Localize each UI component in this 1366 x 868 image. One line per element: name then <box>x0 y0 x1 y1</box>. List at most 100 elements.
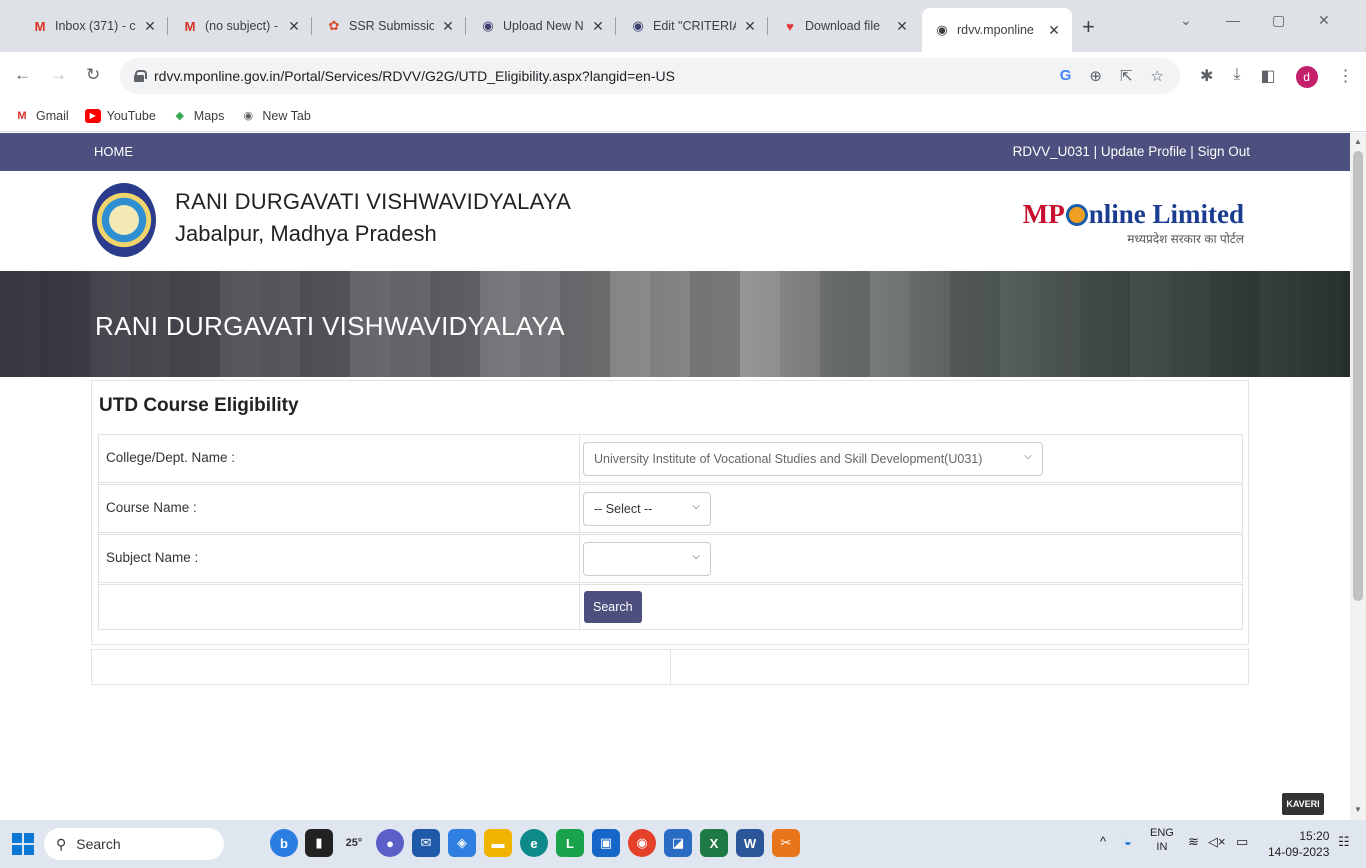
close-icon[interactable]: ✕ <box>742 18 758 35</box>
reload-icon[interactable]: ↻ <box>86 65 100 85</box>
bookmark-maps[interactable]: ◆ Maps <box>172 109 225 123</box>
course-select[interactable]: -- Select -- ⌵ <box>583 492 711 526</box>
gmail-icon: M <box>34 18 46 34</box>
tab-label: Upload New N <box>503 19 584 33</box>
google-lens-icon[interactable]: G <box>1060 67 1072 85</box>
app-l-icon[interactable]: L <box>556 829 584 857</box>
close-icon[interactable]: ✕ <box>286 18 302 35</box>
battery-icon[interactable]: ▭ <box>1236 834 1248 850</box>
tab-search-icon[interactable]: ⌄ <box>1180 12 1192 29</box>
url-text: rdvv.mponline.gov.in/Portal/Services/RDV… <box>154 68 675 84</box>
weather-temp: 25° <box>345 837 363 849</box>
back-arrow-icon[interactable]: ← <box>14 65 31 85</box>
mponline-logo-mp: MP <box>1022 199 1065 229</box>
chat-icon[interactable]: ● <box>376 829 404 857</box>
scroll-up-icon[interactable]: ▲ <box>1354 137 1362 146</box>
bookmark-star-icon[interactable]: ☆ <box>1151 67 1164 85</box>
tab-ssr-submission[interactable]: ✿ SSR Submissio ✕ <box>314 8 466 44</box>
tab-inbox[interactable]: M Inbox (371) - c ✕ <box>20 8 168 44</box>
window-close-icon[interactable]: ✕ <box>1318 12 1330 29</box>
photos-icon[interactable]: ◪ <box>664 829 692 857</box>
tab-rdvv-active[interactable]: ◉ rdvv.mponline ✕ <box>922 8 1072 52</box>
close-icon[interactable]: ✕ <box>142 18 158 35</box>
extensions-icon[interactable]: ✱ <box>1200 66 1213 88</box>
weather-widget[interactable]: 25° <box>340 829 368 857</box>
close-icon[interactable]: ✕ <box>440 18 456 35</box>
browser-toolbar: ← → ↻ rdvv.mponline.gov.in/Portal/Servic… <box>0 52 1366 100</box>
profile-avatar[interactable]: d <box>1295 66 1318 88</box>
taskbar-search-label: Search <box>76 836 121 852</box>
mponline-logo: MP nline Limited मध्यप्रदेश सरकार का पोर्… <box>1023 199 1244 247</box>
globe-icon: ◉ <box>632 18 644 33</box>
store-icon[interactable]: ▣ <box>592 829 620 857</box>
youtube-icon: ▶ <box>84 108 101 123</box>
mail-icon[interactable]: ✉ <box>412 829 440 857</box>
download-icon[interactable]: ⤓ <box>1233 66 1240 88</box>
tab-edit-criteria[interactable]: ◉ Edit "CRITERIA ✕ <box>618 8 768 44</box>
course-row: Course Name : -- Select -- ⌵ <box>98 484 1243 533</box>
tab-no-subject[interactable]: M (no subject) - ✕ <box>170 8 312 44</box>
home-link[interactable]: HOME <box>94 144 133 159</box>
account-links[interactable]: RDVV_U031 | Update Profile | Sign Out <box>1013 144 1250 159</box>
chrome-icon[interactable]: ◉ <box>628 829 656 857</box>
tab-download-file[interactable]: ♥ Download file ✕ <box>770 8 920 44</box>
taskbar-search-box[interactable]: ⚲ Search <box>44 828 224 860</box>
mponline-logo-rest: nline Limited <box>1088 199 1244 229</box>
close-icon[interactable]: ✕ <box>894 18 910 35</box>
language-indicator[interactable]: ENG IN <box>1150 826 1174 854</box>
word-icon[interactable]: W <box>736 829 764 857</box>
notification-icon[interactable]: ☷ <box>1338 834 1350 850</box>
gmail-icon: M <box>184 18 196 34</box>
banner-title: RANI DURGAVATI VISHWAVIDYALAYA <box>95 311 565 341</box>
clock[interactable]: 15:20 14-09-2023 <box>1268 828 1329 860</box>
menu-dots-icon[interactable]: ⋮ <box>1338 66 1354 88</box>
close-icon[interactable]: ✕ <box>1046 22 1062 39</box>
side-panel-icon[interactable]: ◧ <box>1260 66 1275 88</box>
gmail-icon: M <box>17 109 27 122</box>
lock-icon <box>134 70 147 82</box>
tray-overflow-icon[interactable]: ^ <box>1100 834 1106 849</box>
wifi-icon[interactable]: ≋ <box>1188 834 1199 850</box>
search-button[interactable]: Search <box>584 591 642 623</box>
bookmark-label: Maps <box>193 108 225 123</box>
scroll-thumb[interactable] <box>1353 151 1363 601</box>
college-select[interactable]: University Institute of Vocational Studi… <box>583 442 1043 476</box>
scroll-down-icon[interactable]: ▼ <box>1354 805 1362 814</box>
zoom-icon[interactable]: ⊕ <box>1089 67 1102 85</box>
course-label: Course Name : <box>99 485 580 532</box>
bookmark-youtube[interactable]: ▶ YouTube <box>84 108 156 123</box>
maximize-icon[interactable]: ▢ <box>1272 12 1285 29</box>
subject-label: Subject Name : <box>99 535 580 582</box>
volume-icon[interactable]: ◁× <box>1208 834 1226 850</box>
maps-icon: ◆ <box>175 110 185 122</box>
excel-icon[interactable]: X <box>700 829 728 857</box>
address-bar[interactable]: rdvv.mponline.gov.in/Portal/Services/RDV… <box>120 58 1180 94</box>
meet-icon[interactable]: ◒ <box>1124 834 1132 849</box>
site-header: RANI DURGAVATI VISHWAVIDYALAYA Jabalpur,… <box>0 171 1350 271</box>
tab-upload-new[interactable]: ◉ Upload New N ✕ <box>468 8 616 44</box>
task-view-icon[interactable]: ▮ <box>305 829 333 857</box>
bookmark-new-tab[interactable]: ◉ New Tab <box>240 108 311 123</box>
tab-label: rdvv.mponline <box>957 23 1034 37</box>
copilot-icon[interactable]: ◈ <box>448 829 476 857</box>
forward-arrow-icon[interactable]: → <box>50 65 67 85</box>
windows-start-icon[interactable] <box>12 833 34 855</box>
kaveri-badge[interactable]: KAVERI <box>1282 793 1324 815</box>
page-scrollbar[interactable]: ▲ ▼ <box>1350 133 1366 820</box>
college-label: College/Dept. Name : <box>99 435 580 482</box>
bookmark-gmail[interactable]: M Gmail <box>14 109 68 123</box>
windows-taskbar: ⚲ Search b ▮ 25° ● ✉ ◈ ▬ e L ▣ ◉ ◪ X W ✂… <box>0 820 1366 868</box>
college-row: College/Dept. Name : University Institut… <box>98 434 1243 483</box>
minimize-icon[interactable]: — <box>1226 12 1240 28</box>
file-explorer-icon[interactable]: ▬ <box>484 829 512 857</box>
bookmark-label: New Tab <box>262 108 311 123</box>
snipping-tool-icon[interactable]: ✂ <box>772 829 800 857</box>
clock-time: 15:20 <box>1299 829 1330 843</box>
close-icon[interactable]: ✕ <box>590 18 606 35</box>
share-icon[interactable]: ⇱ <box>1120 67 1133 85</box>
bing-icon[interactable]: b <box>270 829 298 857</box>
edge-icon[interactable]: e <box>520 829 548 857</box>
subject-select[interactable]: ⌵ <box>583 542 711 576</box>
new-tab-button[interactable]: + <box>1082 14 1095 40</box>
university-name: RANI DURGAVATI VISHWAVIDYALAYA <box>175 189 571 214</box>
